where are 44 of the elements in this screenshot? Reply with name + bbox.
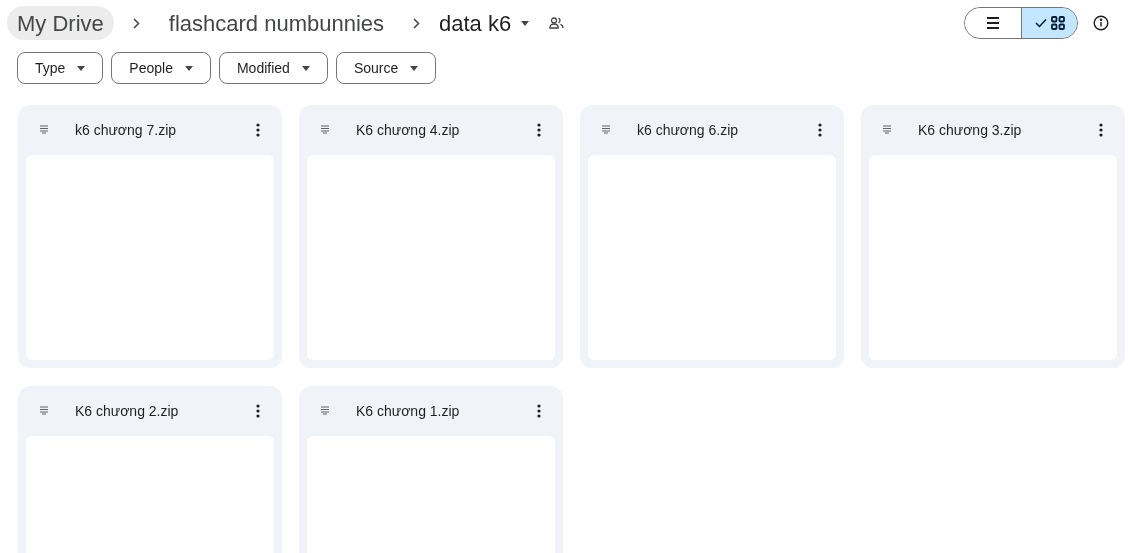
chevron-right-icon — [413, 17, 421, 29]
info-icon[interactable] — [1093, 15, 1109, 31]
more-vertical-icon — [256, 404, 260, 418]
file-card[interactable]: K6 chương 1.zip — [299, 386, 563, 553]
caret-icon — [301, 65, 310, 71]
file-name: k6 chương 7.zip — [75, 120, 178, 140]
more-vertical-icon — [1099, 123, 1103, 137]
file-name: K6 chương 1.zip — [356, 401, 461, 421]
breadcrumb-link[interactable]: flashcard numbunnies — [158, 6, 395, 40]
caret-icon — [77, 65, 86, 71]
caret-icon — [521, 20, 530, 26]
file-name: K6 chương 3.zip — [918, 120, 1023, 140]
file-card[interactable]: K6 chương 2.zip — [18, 386, 282, 553]
zip-file-icon — [321, 125, 329, 135]
more-vertical-icon — [537, 404, 541, 418]
file-card[interactable]: k6 chương 7.zip — [18, 105, 282, 368]
chevron-right-icon — [132, 17, 140, 29]
file-card[interactable]: K6 chương 4.zip — [299, 105, 563, 368]
file-name: K6 chương 2.zip — [75, 401, 180, 421]
list-icon — [986, 17, 1000, 29]
current-folder-button[interactable]: data k6 — [439, 6, 530, 40]
breadcrumb-link[interactable]: My Drive — [7, 6, 114, 40]
filter-chip[interactable]: People — [111, 52, 211, 84]
file-name: K6 chương 4.zip — [356, 120, 461, 140]
check-icon — [1034, 18, 1047, 28]
file-name: k6 chương 6.zip — [637, 120, 740, 140]
grid-view-button[interactable] — [1021, 8, 1077, 38]
zip-file-icon — [321, 406, 329, 416]
filter-chip[interactable]: Modified — [218, 52, 328, 84]
file-card[interactable]: K6 chương 3.zip — [861, 105, 1125, 368]
more-vertical-icon — [256, 123, 260, 137]
caret-icon — [410, 65, 419, 71]
filter-chip[interactable]: Type — [17, 52, 104, 84]
more-vertical-icon — [537, 123, 541, 137]
file-card[interactable]: k6 chương 6.zip — [580, 105, 844, 368]
filter-chip[interactable]: Source — [335, 52, 437, 84]
zip-file-icon — [602, 125, 610, 135]
caret-icon — [184, 65, 193, 71]
zip-file-icon — [40, 125, 48, 135]
zip-file-icon — [40, 406, 48, 416]
more-vertical-icon — [818, 123, 822, 137]
zip-file-icon — [883, 125, 891, 135]
shared-people-icon — [549, 17, 565, 29]
grid-icon — [1050, 16, 1065, 30]
